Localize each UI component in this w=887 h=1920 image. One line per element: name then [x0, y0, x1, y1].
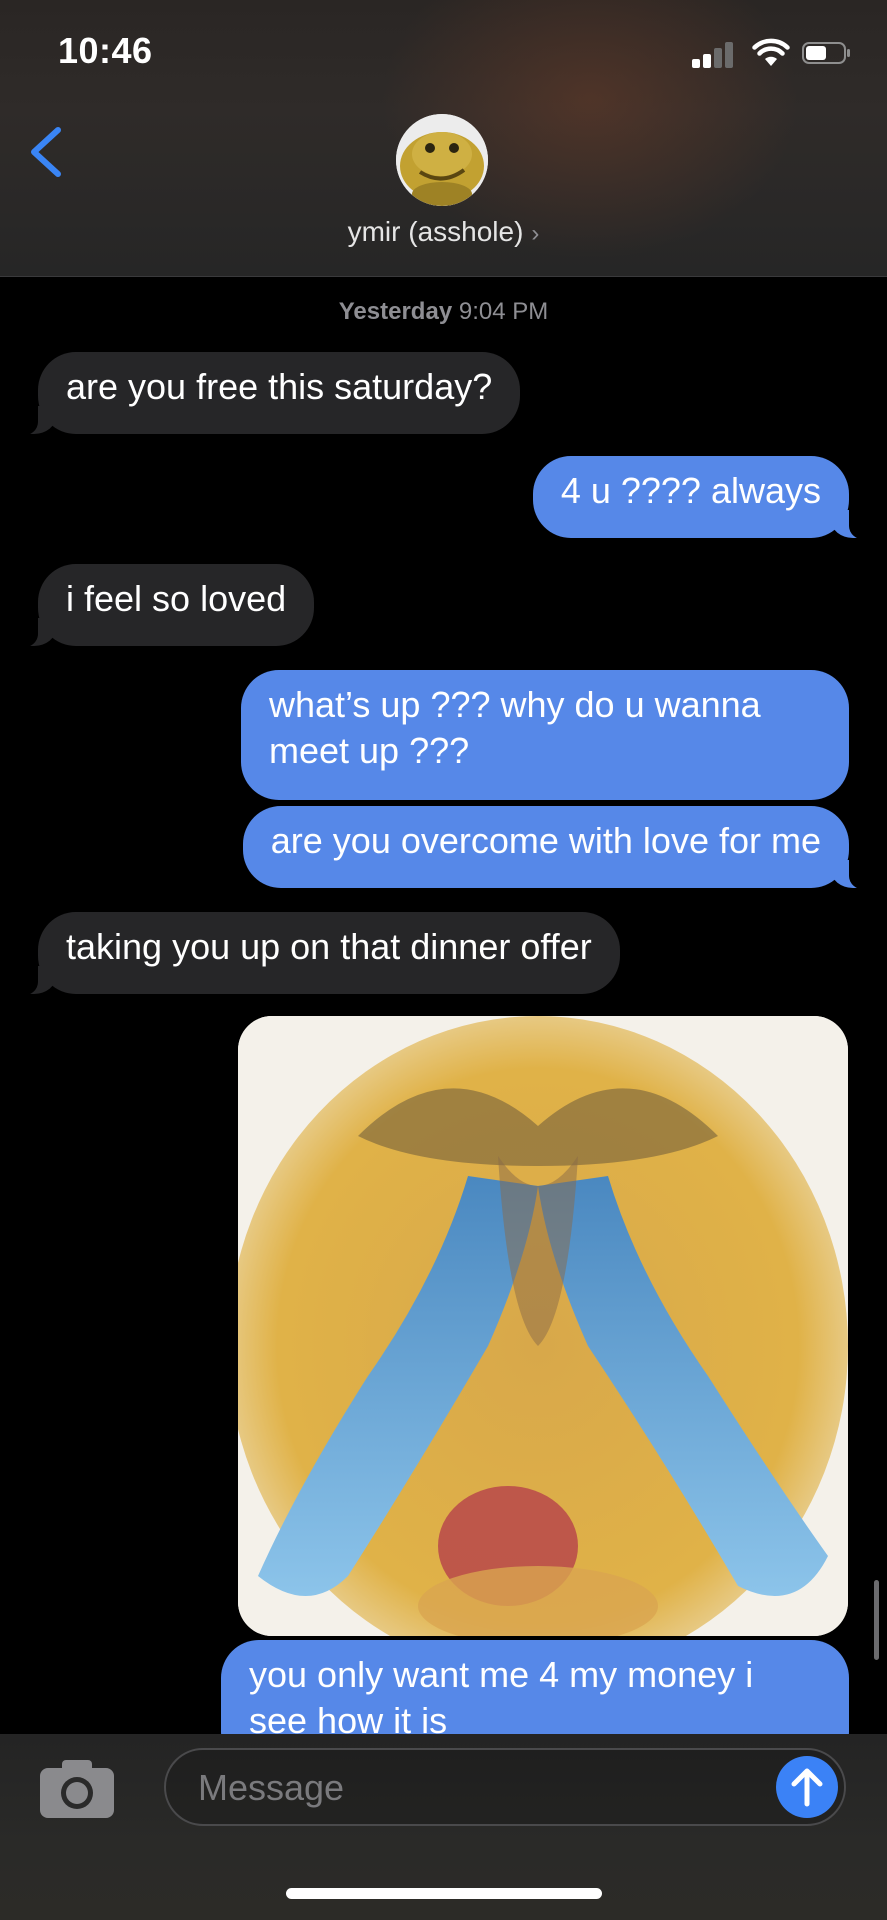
conversation-header: 10:46 ymir (asshole) › [0, 0, 887, 277]
camera-button[interactable] [38, 1756, 118, 1820]
scrollbar[interactable] [874, 1580, 879, 1660]
incoming-message-bubble[interactable]: i feel so loved [15, 564, 315, 648]
outgoing-message-bubble[interactable]: 4 u ???? always [532, 456, 872, 540]
contact-avatar-image [396, 114, 488, 206]
message-field[interactable] [164, 1748, 846, 1826]
chevron-right-icon: › [531, 220, 540, 247]
incoming-message-bubble[interactable]: taking you up on that dinner offer [16, 912, 620, 996]
back-button[interactable] [20, 118, 70, 188]
status-bar-time: 10:46 [58, 30, 153, 71]
home-indicator[interactable] [286, 1888, 602, 1899]
arrow-up-icon [791, 1768, 823, 1807]
message-input[interactable] [196, 1764, 720, 1812]
contact-name-button[interactable]: ymir (asshole) › [0, 216, 887, 248]
contact-name: ymir (asshole) [347, 216, 524, 247]
contact-avatar[interactable] [396, 114, 488, 206]
outgoing-message-bubble[interactable]: what’s up ??? why do u wanna meet up ??? [241, 670, 849, 800]
wifi-icon [752, 38, 790, 66]
incoming-message-bubble[interactable]: are you free this saturday? [15, 352, 521, 436]
outgoing-message-bubble[interactable]: are you overcome with love for me [242, 806, 872, 890]
battery-icon [802, 42, 850, 64]
image-message[interactable] [238, 1016, 848, 1636]
crying-emoji-image [238, 1016, 848, 1636]
send-button[interactable] [776, 1756, 838, 1818]
timestamp-day: Yesterday [338, 298, 453, 325]
chevron-left-icon [31, 127, 61, 177]
timestamp-time: 9:04 PM [458, 298, 549, 325]
message-timestamp: Yesterday 9:04 PM [0, 298, 887, 326]
cellular-signal-icon [692, 42, 736, 68]
camera-icon [40, 1760, 114, 1818]
